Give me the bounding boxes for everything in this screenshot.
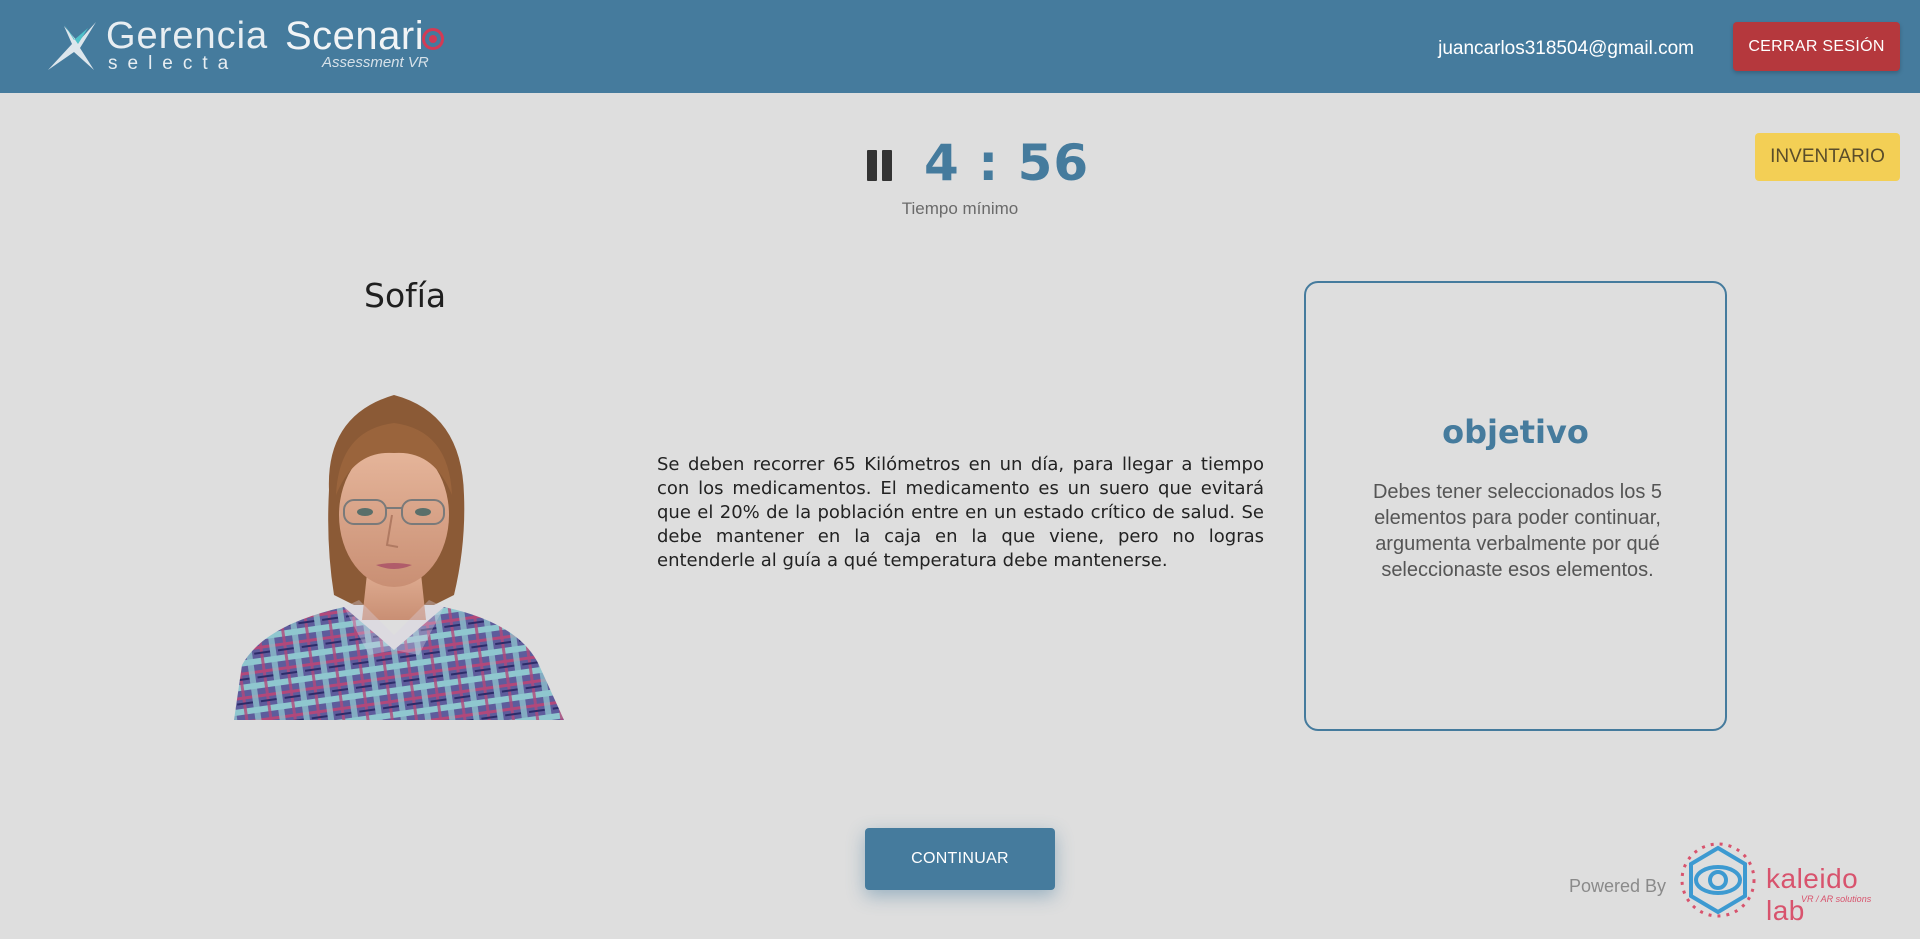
kaleido-eye-icon: [1680, 842, 1756, 918]
objective-title: objetivo: [1442, 413, 1589, 451]
character-avatar: [234, 395, 564, 720]
timer-display: 4 : 56: [924, 134, 1090, 192]
scenario-logo[interactable]: Scenari Assessment VR: [285, 14, 455, 74]
gerencia-selecta-logo[interactable]: Gerencia selecta: [44, 16, 267, 76]
pause-icon[interactable]: [867, 150, 893, 181]
top-header: Gerencia selecta Scenari Assessment VR j…: [0, 0, 1920, 93]
scenario-description: Se deben recorrer 65 Kilómetros en un dí…: [657, 454, 1264, 571]
logout-button[interactable]: CERRAR SESIÓN: [1733, 22, 1900, 71]
continue-button[interactable]: CONTINUAR: [865, 828, 1055, 890]
objective-text: Debes tener seleccionados los 5 elemento…: [1372, 481, 1663, 581]
kaleido-lab-logo[interactable]: kaleido lab VR / AR solutions: [1675, 838, 1895, 926]
inventory-button[interactable]: INVENTARIO: [1755, 133, 1900, 181]
brand-name-line2: selecta: [108, 53, 239, 74]
gerencia-selecta-logo-icon: [48, 22, 96, 70]
objective-card: objetivo Debes tener seleccionados los 5…: [1304, 281, 1727, 731]
character-name: Sofía: [364, 276, 447, 315]
scenario-wordmark: Scenari: [285, 14, 425, 58]
powered-by-label: Powered By: [1569, 876, 1667, 896]
scenario-subtitle: Assessment VR: [322, 54, 429, 71]
user-email: juancarlos318504@gmail.com: [1438, 38, 1694, 59]
timer-caption: Tiempo mínimo: [901, 199, 1019, 218]
partner-tagline: VR / AR solutions: [1801, 894, 1872, 904]
scenario-o-icon: [422, 28, 444, 50]
brand-name-line1: Gerencia: [106, 15, 269, 57]
